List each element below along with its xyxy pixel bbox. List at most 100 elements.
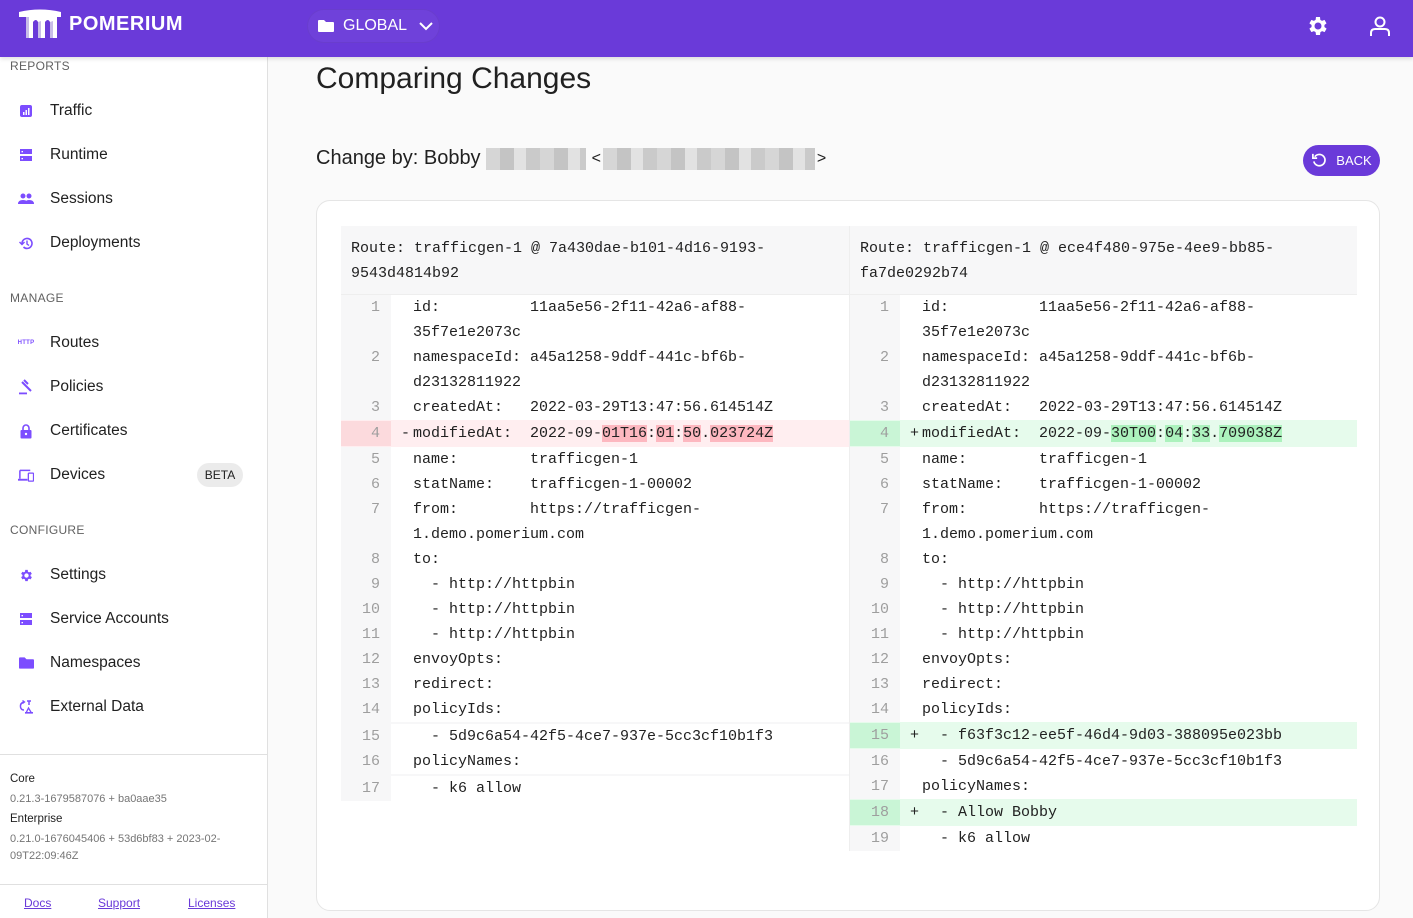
sidebar-item-deployments[interactable]: Deployments: [0, 223, 267, 263]
email-close-bracket: >: [816, 149, 827, 167]
pomerium-logo[interactable]: POMERIUM: [17, 8, 183, 40]
code-text: envoyOpts:: [413, 651, 504, 668]
code-text: - http://httpbin: [922, 626, 1085, 643]
sidebar-item-namespaces[interactable]: Namespaces: [0, 643, 267, 683]
diff-line-left: 7 from: https://trafficgen- 1.demo.pomeri…: [341, 497, 849, 547]
changed-segment: 01T16: [602, 425, 648, 442]
back-button[interactable]: BACK: [1303, 145, 1380, 176]
diff-marker: [900, 622, 922, 647]
diff-marker: [391, 622, 413, 647]
sidebar-item-devices[interactable]: Devices BETA: [0, 455, 267, 495]
code-text: - http://httpbin: [413, 601, 576, 618]
diff-line-right: 7 from: https://trafficgen- 1.demo.pomeri…: [850, 497, 1357, 547]
sidebar-item-service-accounts[interactable]: Service Accounts: [0, 599, 267, 639]
namespace-label: GLOBAL: [343, 17, 408, 34]
diff-marker: +: [910, 425, 920, 442]
sidebar-item-label: Deployments: [50, 234, 141, 251]
devices-icon: [18, 467, 34, 483]
line-number: 6: [850, 472, 900, 497]
diff-marker: [900, 647, 922, 672]
diff-line-right: 5 name: trafficgen-1: [850, 447, 1357, 472]
sidebar-item-label: Namespaces: [50, 654, 141, 671]
sidebar-item-routes[interactable]: HTTP Routes: [0, 323, 267, 363]
diff-marker: [391, 345, 413, 395]
diff-line-left: 11 - http://httpbin: [341, 622, 849, 647]
diff-marker: [900, 295, 922, 345]
diff-marker: [391, 724, 413, 749]
sidebar-item-label: Policies: [50, 378, 104, 395]
sidebar-item-label: Routes: [50, 334, 100, 351]
diff-marker: [391, 597, 413, 622]
sidebar-item-label: Certificates: [50, 422, 128, 439]
code-text: statName: trafficgen-1-00002: [413, 476, 693, 493]
redacted-email: [602, 147, 815, 170]
sidebar-item-runtime[interactable]: Runtime: [0, 135, 267, 175]
support-link[interactable]: Support: [98, 896, 140, 910]
code-text: to:: [922, 551, 950, 568]
code-text: from: https://trafficgen- 1.demo.pomeriu…: [922, 501, 1211, 543]
diff-marker: [391, 697, 413, 722]
line-number: 15: [850, 723, 900, 748]
sidebar-item-label: Sessions: [50, 190, 113, 207]
changed-segment: 023724Z: [710, 425, 774, 442]
sidebar-item-sessions[interactable]: Sessions: [0, 179, 267, 219]
diff-line-left: 3 createdAt: 2022-03-29T13:47:56.614514Z: [341, 395, 849, 420]
user-icon[interactable]: [1368, 14, 1392, 38]
diff-marker: [391, 472, 413, 497]
sidebar-item-label: Devices: [50, 466, 106, 483]
line-number: 1: [341, 295, 391, 345]
gear-icon: [18, 567, 34, 583]
diff-marker: [900, 572, 922, 597]
sidebar-item-settings[interactable]: Settings: [0, 555, 267, 595]
diff-marker: [391, 395, 413, 420]
line-number: 3: [341, 395, 391, 420]
code-text: modifiedAt: 2022-09-30T00:04:33.709038Z: [922, 421, 1357, 446]
header-line: Route: trafficgen-1 @ ece4f480-975e-4ee9…: [860, 240, 1275, 257]
diff-marker: +: [910, 727, 920, 744]
sidebar-item-external-data[interactable]: External Data: [0, 687, 267, 727]
diff-left-pane: Route: trafficgen-1 @ 7a430dae-b101-4d16…: [341, 226, 849, 801]
sidebar-item-label: Service Accounts: [50, 610, 169, 627]
history-icon: [18, 235, 34, 251]
undo-icon: [1312, 153, 1327, 167]
unchanged-segment: :: [1156, 425, 1166, 442]
diff-line-right: 13 redirect:: [850, 672, 1357, 697]
line-number: 13: [850, 672, 900, 697]
sidebar-item-certificates[interactable]: Certificates: [0, 411, 267, 451]
right-route-header: Route: trafficgen-1 @ ece4f480-975e-4ee9…: [850, 226, 1357, 295]
line-number: 11: [850, 622, 900, 647]
line-number: 7: [850, 497, 900, 547]
diff-marker: [900, 395, 922, 420]
diff-line-left: 13 redirect:: [341, 672, 849, 697]
line-number: 10: [850, 597, 900, 622]
docs-link[interactable]: Docs: [24, 896, 51, 910]
licenses-link[interactable]: Licenses: [188, 896, 235, 910]
sidebar-item-policies[interactable]: Policies: [0, 367, 267, 407]
namespace-selector[interactable]: GLOBAL: [307, 9, 440, 43]
sidebar: REPORTS Traffic Runtime Sessions Deploym…: [0, 57, 268, 918]
code-text: policyIds:: [922, 701, 1013, 718]
diff-marker: [900, 749, 922, 774]
change-author: Change by: Bobby < >: [316, 147, 826, 170]
diff-marker: [391, 749, 413, 774]
code-text: - k6 allow: [922, 830, 1031, 847]
diff-line-left: 17 - k6 allow: [341, 776, 849, 801]
folder-icon: [318, 20, 334, 32]
line-number: 4: [341, 421, 391, 446]
diff-line-right: 1 id: 11aa5e56-2f11-42a6-af88- 35f7e1e207…: [850, 295, 1357, 345]
diff-line-right: 17 policyNames:: [850, 774, 1357, 799]
code-text: namespaceId: a45a1258-9ddf-441c-bf6b- d2…: [922, 349, 1256, 391]
sidebar-item-traffic[interactable]: Traffic: [0, 91, 267, 131]
settings-icon[interactable]: [1306, 14, 1330, 38]
line-number: 7: [341, 497, 391, 547]
changed-segment: 04: [1165, 425, 1184, 442]
line-number: 16: [341, 749, 391, 774]
diff-line-left: 6 statName: trafficgen-1-00002: [341, 472, 849, 497]
diff-line-right: 8 to:: [850, 547, 1357, 572]
diff-marker: [900, 774, 922, 799]
core-version-label: Core: [10, 773, 35, 785]
line-number: 8: [850, 547, 900, 572]
enterprise-version-label: Enterprise: [10, 813, 63, 825]
line-number: 11: [341, 622, 391, 647]
line-number: 2: [850, 345, 900, 395]
